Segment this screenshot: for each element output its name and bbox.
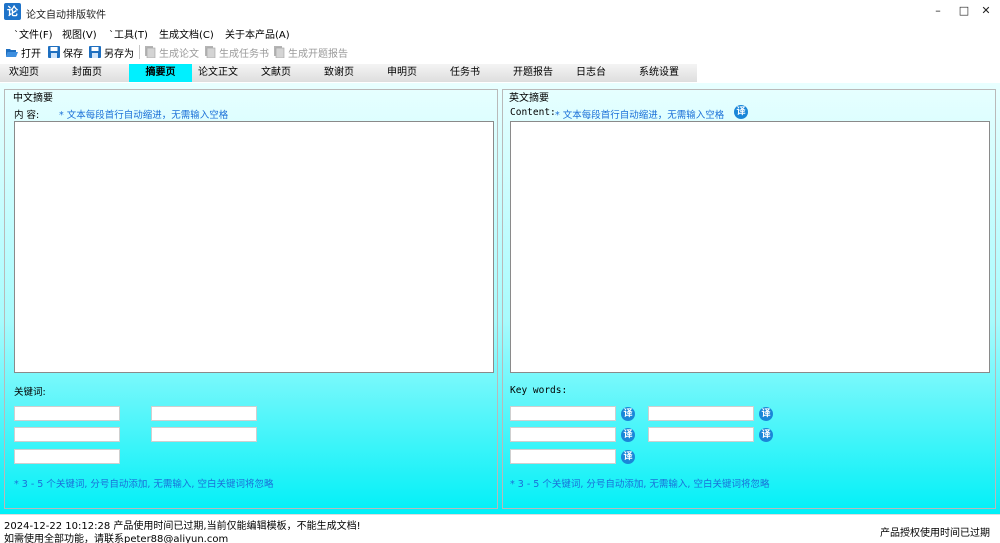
tab-abstract[interactable]: 摘要页: [129, 64, 192, 82]
menu-bar: `文件(F) 视图(V) `工具(T) 生成文档(C) 关于本产品(A): [0, 24, 1000, 42]
chinese-abstract-textarea[interactable]: [14, 121, 494, 373]
english-abstract-group: 英文摘要 Content: * 文本每段首行自动缩进，无需输入空格 译 Key …: [502, 89, 996, 509]
window-title: 论文自动排版软件: [26, 10, 106, 21]
status-contact: 如需使用全部功能，请联系peter88@aliyun.com: [4, 534, 229, 543]
save-label: 保存: [63, 48, 83, 60]
toolbar: 打开 保存 另存为 生成论文 生成任务书 生成开题报告: [0, 42, 1000, 62]
tab-body[interactable]: 论文正文: [198, 64, 238, 82]
floppy-disk-icon: [48, 46, 60, 58]
document-icon: [145, 46, 156, 58]
chinese-abstract-group: 中文摘要 内 容: * 文本每段首行自动缩进，无需输入空格 关键词: * 3 -…: [4, 89, 498, 509]
translate-keyword-button-4[interactable]: 译: [759, 428, 773, 442]
content-area: 中文摘要 内 容: * 文本每段首行自动缩进，无需输入空格 关键词: * 3 -…: [0, 83, 1000, 514]
english-abstract-title: 英文摘要: [509, 93, 549, 104]
folder-open-icon: [6, 49, 18, 57]
tab-declaration[interactable]: 申明页: [387, 64, 417, 82]
app-logo-icon: 论: [4, 3, 21, 20]
menu-tools[interactable]: `工具(T): [109, 26, 148, 41]
keywords-hint: * 3 - 5 个关键词, 分号自动添加, 无需输入, 空白关键词将忽略: [510, 479, 770, 490]
close-button[interactable]: ✕: [972, 0, 1000, 22]
menu-about[interactable]: 关于本产品(A): [225, 26, 290, 41]
keyword-input-4[interactable]: [648, 427, 754, 442]
tab-acknowledgement[interactable]: 致谢页: [324, 64, 354, 82]
page-tabs: 欢迎页 封面页 摘要页 论文正文 文献页 致谢页 申明页 任务书 开题报告 日志…: [0, 64, 697, 82]
tab-settings[interactable]: 系统设置: [639, 64, 679, 82]
menu-file[interactable]: `文件(F): [14, 26, 53, 41]
tab-references[interactable]: 文献页: [261, 64, 291, 82]
keyword-input-3[interactable]: [510, 427, 616, 442]
generate-task-button[interactable]: 生成任务书: [204, 45, 269, 60]
translate-keyword-button-1[interactable]: 译: [621, 407, 635, 421]
save-as-button[interactable]: 另存为: [89, 45, 134, 60]
keyword-input-2[interactable]: [151, 406, 257, 421]
content-hint: * 文本每段首行自动缩进，无需输入空格: [59, 110, 229, 121]
toolbar-separator: [139, 45, 140, 59]
save-as-label: 另存为: [104, 48, 134, 60]
floppy-disk-icon: [89, 46, 101, 58]
keyword-input-1[interactable]: [14, 406, 120, 421]
document-icon: [205, 46, 216, 58]
tab-log[interactable]: 日志台: [576, 64, 606, 82]
translate-keyword-button-3[interactable]: 译: [621, 428, 635, 442]
content-hint: * 文本每段首行自动缩进，无需输入空格: [555, 110, 725, 121]
minimize-button[interactable]: –: [924, 0, 952, 22]
generate-task-label: 生成任务书: [219, 48, 269, 60]
title-bar: 论 论文自动排版软件 – □ ✕: [0, 0, 1000, 24]
document-icon: [274, 46, 285, 58]
keyword-input-4[interactable]: [151, 427, 257, 442]
open-label: 打开: [21, 48, 41, 60]
keywords-hint: * 3 - 5 个关键词, 分号自动添加, 无需输入, 空白关键词将忽略: [14, 479, 274, 490]
save-button[interactable]: 保存: [48, 45, 83, 60]
license-status: 产品授权使用时间已过期: [880, 528, 990, 539]
status-bar: 2024-12-22 10:12:28 产品使用时间已过期,当前仅能编辑模板，不…: [0, 514, 1000, 543]
keyword-input-1[interactable]: [510, 406, 616, 421]
content-label: 内 容:: [14, 110, 40, 121]
menu-generate[interactable]: 生成文档(C): [159, 26, 214, 41]
keywords-label: 关键词:: [14, 387, 46, 398]
generate-proposal-label: 生成开题报告: [288, 48, 348, 60]
generate-paper-button[interactable]: 生成论文: [144, 45, 199, 60]
open-button[interactable]: 打开: [6, 45, 41, 60]
keyword-input-5[interactable]: [14, 449, 120, 464]
keywords-label: Key words:: [510, 385, 568, 396]
content-label: Content:: [510, 107, 556, 118]
english-abstract-textarea[interactable]: [510, 121, 990, 373]
tab-task-book[interactable]: 任务书: [450, 64, 480, 82]
tab-cover[interactable]: 封面页: [72, 64, 102, 82]
translate-keyword-button-5[interactable]: 译: [621, 450, 635, 464]
tab-proposal[interactable]: 开题报告: [513, 64, 553, 82]
generate-proposal-button[interactable]: 生成开题报告: [273, 45, 348, 60]
keyword-input-2[interactable]: [648, 406, 754, 421]
tab-welcome[interactable]: 欢迎页: [9, 64, 39, 82]
keyword-input-5[interactable]: [510, 449, 616, 464]
translate-keyword-button-2[interactable]: 译: [759, 407, 773, 421]
keyword-input-3[interactable]: [14, 427, 120, 442]
translate-abstract-button[interactable]: 译: [734, 105, 748, 119]
generate-paper-label: 生成论文: [159, 48, 199, 60]
chinese-abstract-title: 中文摘要: [13, 93, 53, 104]
menu-view[interactable]: 视图(V): [62, 26, 97, 41]
